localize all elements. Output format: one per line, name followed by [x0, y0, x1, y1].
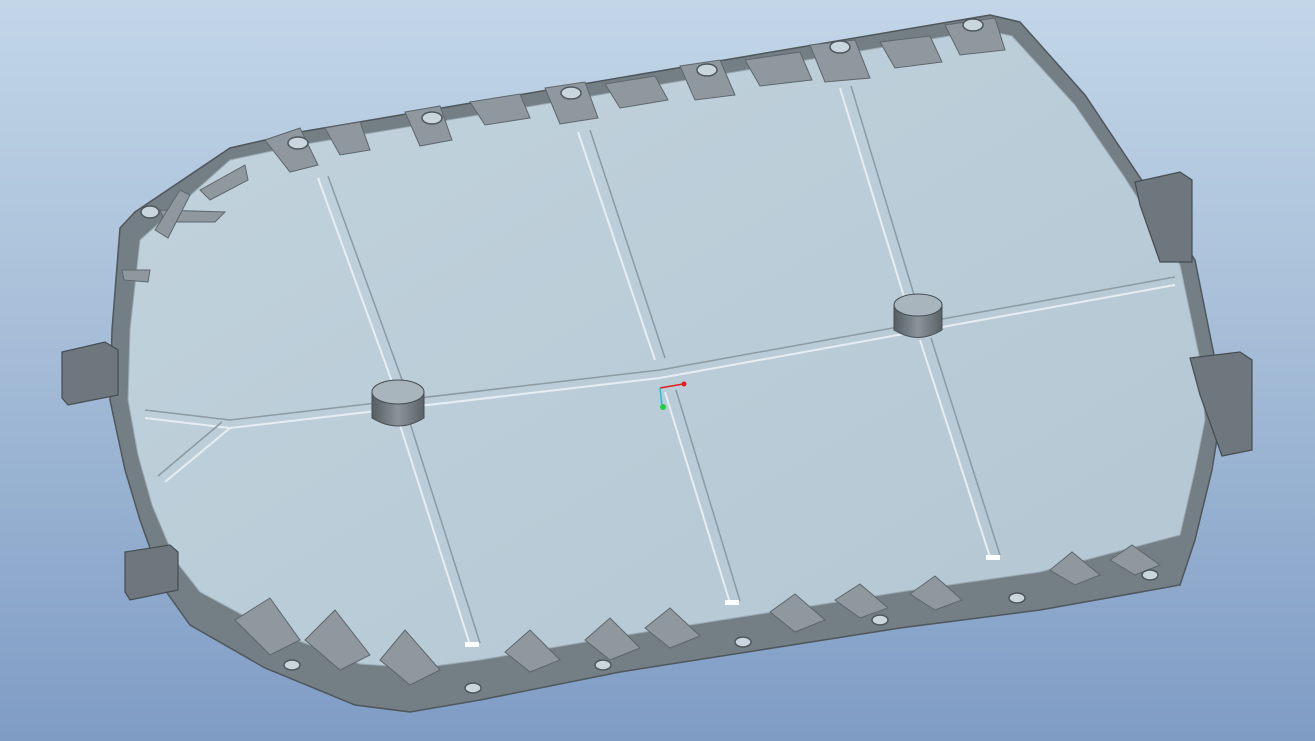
boss-left: [371, 379, 425, 427]
x-axis-end-icon: [681, 381, 687, 387]
cad-model-view[interactable]: [0, 0, 1315, 741]
boss-right: [893, 293, 943, 338]
y-axis-end-icon: [660, 404, 666, 410]
graphics-viewport[interactable]: [0, 0, 1315, 741]
